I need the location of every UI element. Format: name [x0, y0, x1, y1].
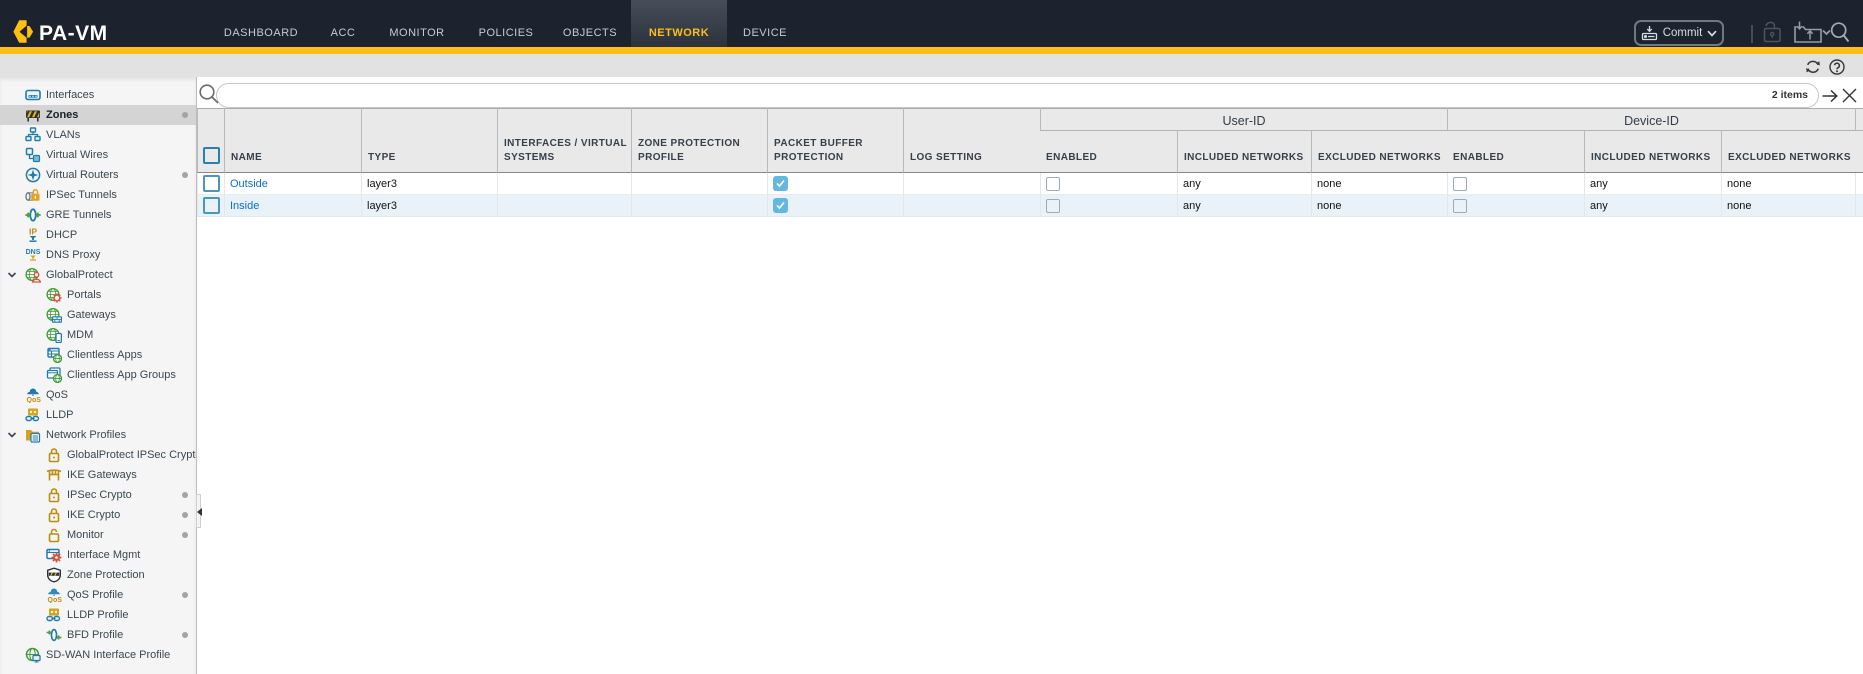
svg-text:DNS: DNS [26, 249, 41, 256]
svg-text:QoS: QoS [27, 397, 42, 403]
svg-text:QoS: QoS [48, 597, 63, 603]
svg-text:IP: IP [29, 227, 37, 237]
